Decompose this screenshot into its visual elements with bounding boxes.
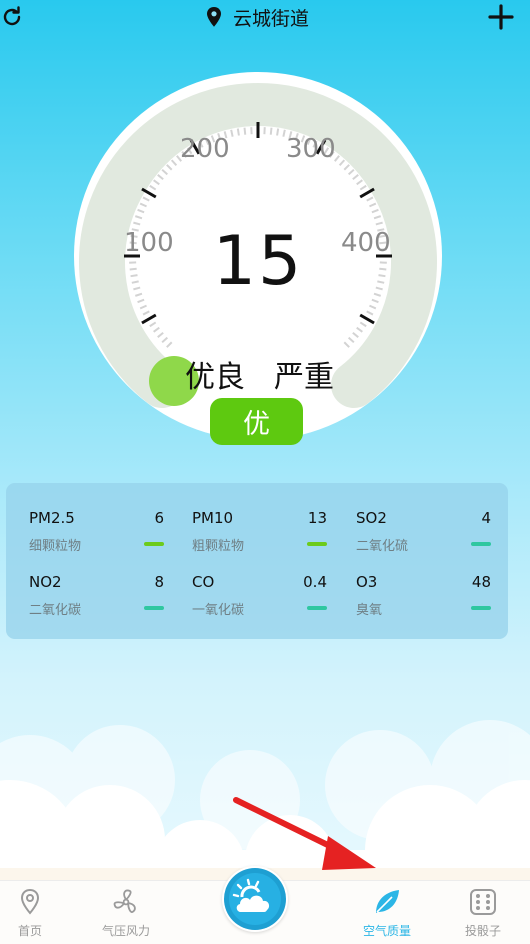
pollutant-value: 6 xyxy=(154,509,164,527)
leaf-icon xyxy=(376,890,399,913)
pollutant-so2: SO2 4 二氧化硫 xyxy=(356,509,491,554)
pollutant-level-bar xyxy=(307,606,327,610)
weather-cloud-sun-icon xyxy=(224,868,286,930)
aqi-level-badge: 优 xyxy=(210,398,303,445)
gauge-minor-tick xyxy=(276,128,280,136)
pollutant-no2: NO2 8 二氧化碳 xyxy=(29,573,164,618)
gauge-minor-tick xyxy=(269,127,273,135)
pollutant-value: 0.4 xyxy=(303,573,327,591)
pollutant-card: PM2.5 6 细颗粒物 PM10 13 粗颗粒物 SO2 4 二氧化硫 NO2… xyxy=(6,483,508,639)
label-good: 优良 xyxy=(185,360,245,395)
gauge-minor-tick xyxy=(230,129,234,137)
gauge-minor-tick xyxy=(282,129,286,137)
pollutant-level-bar xyxy=(471,542,491,546)
location-pin-icon xyxy=(20,888,40,915)
pollutant-o3: O3 48 臭氧 xyxy=(356,573,491,618)
pollutant-desc: 臭氧 xyxy=(356,603,383,618)
fan-icon xyxy=(113,889,136,913)
nav-label: 气压风力 xyxy=(101,924,150,938)
location-pin-icon xyxy=(207,7,221,27)
nav-label: 投骰子 xyxy=(464,924,501,938)
label-severe: 严重 xyxy=(274,360,334,395)
pollutant-desc: 一氧化碳 xyxy=(192,603,245,618)
pollutant-pm25: PM2.5 6 细颗粒物 xyxy=(29,509,164,554)
pollutant-name: CO xyxy=(192,573,215,591)
pollutant-level-bar xyxy=(144,542,164,546)
nav-label: 首页 xyxy=(17,924,42,938)
nav-air-quality[interactable]: 空气质量 xyxy=(347,881,427,944)
pollutant-name: NO2 xyxy=(29,573,62,591)
pollutant-name: O3 xyxy=(356,573,378,591)
scale-300: 300 xyxy=(286,134,336,164)
pollutant-name: PM10 xyxy=(192,509,234,527)
location-name: 云城街道 xyxy=(233,7,310,30)
location-selector[interactable]: 云城街道 xyxy=(205,4,309,30)
pollutant-co: CO 0.4 一氧化碳 xyxy=(192,573,327,618)
pollutant-level-bar xyxy=(144,606,164,610)
aqi-value: 15 xyxy=(212,222,304,301)
center-weather-button[interactable] xyxy=(222,866,288,932)
plus-icon[interactable] xyxy=(488,4,514,30)
dice-icon xyxy=(470,889,496,915)
top-bar: 云城街道 xyxy=(0,0,530,36)
pollutant-value: 4 xyxy=(481,509,491,527)
refresh-icon[interactable] xyxy=(0,5,24,29)
nav-pressure-wind[interactable]: 气压风力 xyxy=(86,881,166,944)
pollutant-level-bar xyxy=(307,542,327,546)
gauge-minor-tick xyxy=(243,127,247,135)
pollutant-name: PM2.5 xyxy=(29,509,75,527)
scale-200: 200 xyxy=(180,134,230,164)
pollutant-name: SO2 xyxy=(356,509,387,527)
nav-label: 空气质量 xyxy=(362,924,411,938)
nav-home[interactable]: 首页 xyxy=(0,881,70,944)
gauge-minor-tick xyxy=(236,128,240,136)
pollutant-value: 8 xyxy=(154,573,164,591)
pollutant-desc: 二氧化硫 xyxy=(356,539,409,554)
pollutant-pm10: PM10 13 粗颗粒物 xyxy=(192,509,327,554)
pollutant-value: 48 xyxy=(471,573,491,591)
nav-dice[interactable]: 投骰子 xyxy=(443,881,523,944)
pollutant-level-bar xyxy=(471,606,491,610)
pollutant-desc: 二氧化碳 xyxy=(29,603,82,618)
pollutant-desc: 粗颗粒物 xyxy=(192,539,245,554)
pollutant-value: 13 xyxy=(307,509,327,527)
pollutant-desc: 细颗粒物 xyxy=(29,539,82,554)
